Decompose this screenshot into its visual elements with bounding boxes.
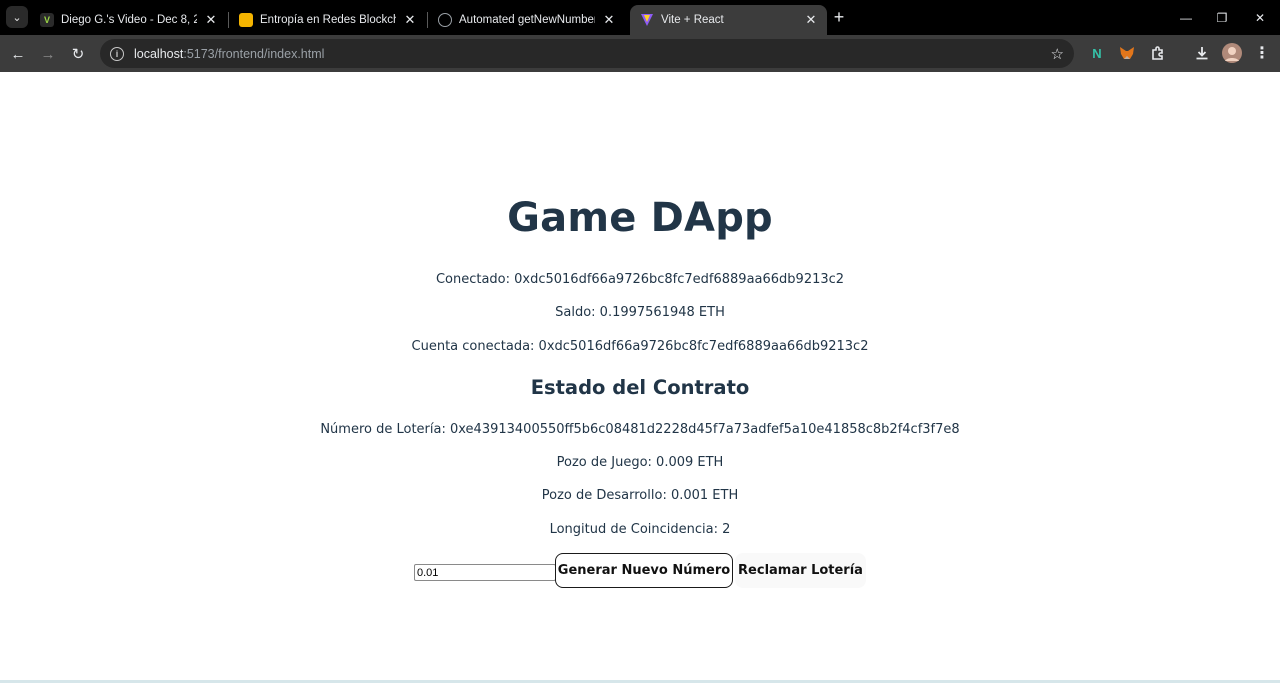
close-icon[interactable]: ✕ <box>601 12 617 28</box>
site-info-icon[interactable]: i <box>110 46 124 61</box>
url-path: :5173/frontend/index.html <box>183 46 325 61</box>
game-pool: Pozo de Juego: 0.009 ETH <box>556 455 724 470</box>
browser-tab-3[interactable]: Automated getNewNumber() C ✕ <box>428 5 625 35</box>
tab-search-chevron-icon[interactable]: ⌄ <box>6 6 28 28</box>
video-favicon-icon: V <box>40 13 54 27</box>
connected-account: Cuenta conectada: 0xdc5016df66a9726bc8fc… <box>411 339 869 354</box>
tab-title: Automated getNewNumber() C <box>459 14 595 26</box>
globe-favicon-icon <box>438 13 452 27</box>
extensions-puzzle-icon[interactable] <box>1148 43 1168 63</box>
page-viewport: Game DApp Conectado: 0xdc5016df66a9726bc… <box>0 72 1280 680</box>
close-icon[interactable]: ✕ <box>803 12 819 28</box>
match-length: Longitud de Coincidencia: 2 <box>549 522 731 537</box>
balance-text: Saldo: 0.1997561948 ETH <box>555 305 725 320</box>
tab-title: Vite + React <box>661 14 724 26</box>
forward-arrow-icon[interactable]: → <box>36 42 60 66</box>
page-title: Game DApp <box>507 195 773 241</box>
new-tab-plus-icon[interactable]: + <box>829 8 849 28</box>
browser-tab-4-active[interactable]: Vite + React ✕ <box>630 5 827 35</box>
reload-icon[interactable]: ↻ <box>66 42 90 66</box>
restore-icon[interactable]: ❐ <box>1204 0 1240 35</box>
browser-tab-2[interactable]: Entropía en Redes Blockchain m ✕ <box>229 5 426 35</box>
contract-status-heading: Estado del Contrato <box>530 376 750 399</box>
minimize-icon[interactable]: — <box>1168 0 1204 35</box>
close-icon[interactable]: ✕ <box>203 12 219 28</box>
lottery-number: Número de Lotería: 0xe43913400550ff5b6c0… <box>320 422 960 437</box>
browser-tabstrip: ⌄ V Diego G.'s Video - Dec 8, 2024 ✕ Ent… <box>0 0 1280 35</box>
back-arrow-icon[interactable]: ← <box>6 42 30 66</box>
download-icon[interactable] <box>1192 43 1212 63</box>
generate-number-button[interactable]: Generar Nuevo Número <box>555 553 733 588</box>
bookmark-star-icon[interactable]: ☆ <box>1051 45 1064 63</box>
address-bar[interactable]: i localhost:5173/frontend/index.html ☆ <box>100 39 1074 68</box>
claim-lottery-button[interactable]: Reclamar Lotería <box>735 553 866 588</box>
bet-amount-input[interactable] <box>414 564 556 581</box>
tab-title: Entropía en Redes Blockchain m <box>260 14 396 26</box>
dev-pool: Pozo de Desarrollo: 0.001 ETH <box>541 488 739 503</box>
browser-toolbar: ← → ↻ i localhost:5173/frontend/index.ht… <box>0 35 1280 72</box>
vite-favicon-icon <box>640 13 654 27</box>
profile-avatar-icon[interactable] <box>1222 43 1242 63</box>
close-window-icon[interactable]: ✕ <box>1242 0 1278 35</box>
extension-n-icon[interactable]: N <box>1087 43 1107 63</box>
menu-kebab-icon[interactable]: ⋮ <box>1252 43 1272 63</box>
browser-tab-1[interactable]: V Diego G.'s Video - Dec 8, 2024 ✕ <box>30 5 227 35</box>
connected-address: Conectado: 0xdc5016df66a9726bc8fc7edf688… <box>435 272 845 287</box>
url-host: localhost <box>134 46 184 61</box>
metamask-fox-icon[interactable] <box>1117 43 1137 63</box>
slides-favicon-icon <box>239 13 253 27</box>
close-icon[interactable]: ✕ <box>402 12 418 28</box>
tab-title: Diego G.'s Video - Dec 8, 2024 <box>61 14 197 26</box>
